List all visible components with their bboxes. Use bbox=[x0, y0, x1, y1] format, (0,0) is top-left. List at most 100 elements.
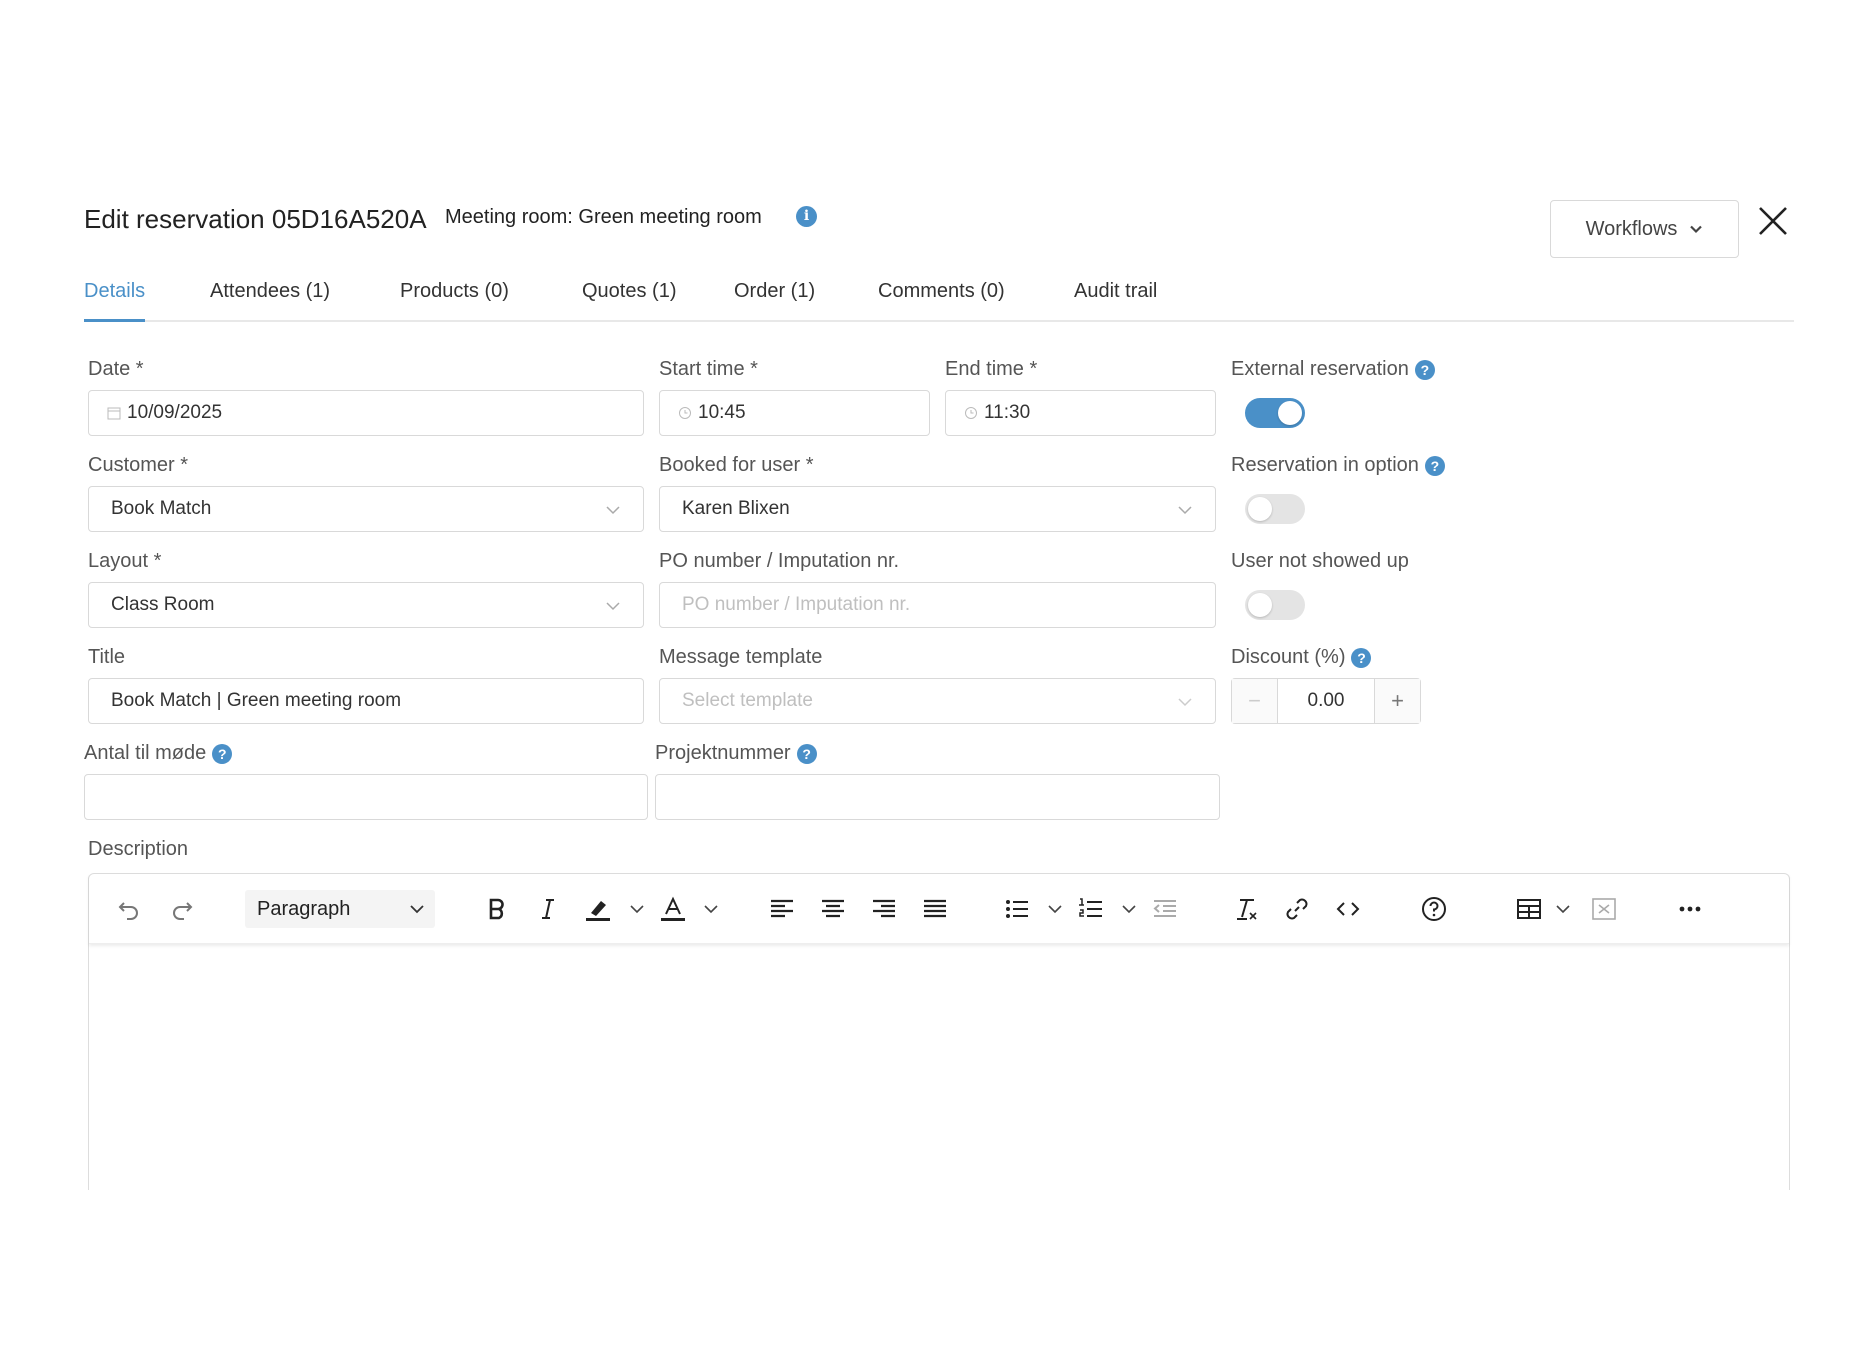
chevron-down-icon bbox=[410, 905, 424, 914]
help-icon[interactable]: ? bbox=[212, 743, 233, 764]
date-value: 10/09/2025 bbox=[127, 402, 223, 423]
workflows-label: Workflows bbox=[1585, 217, 1678, 240]
code-icon bbox=[1336, 902, 1360, 916]
message-template-label: Message template bbox=[659, 646, 823, 668]
end-time-value: 11:30 bbox=[984, 402, 1031, 423]
start-time-field[interactable]: 10:45 bbox=[659, 390, 930, 436]
projektnummer-input[interactable] bbox=[655, 774, 1220, 820]
outdent-button[interactable] bbox=[1150, 894, 1180, 924]
undo-button[interactable] bbox=[114, 894, 144, 924]
help-circle-icon bbox=[1422, 897, 1446, 921]
customer-value: Book Match bbox=[111, 498, 212, 519]
title-input[interactable]: Book Match | Green meeting room bbox=[88, 678, 644, 724]
more-options-button[interactable] bbox=[1675, 894, 1705, 924]
align-center-button[interactable] bbox=[818, 894, 848, 924]
redo-button[interactable] bbox=[167, 894, 197, 924]
antal-til-mode-label: Antal til møde? bbox=[84, 742, 233, 765]
delete-table-button[interactable] bbox=[1589, 894, 1619, 924]
message-template-placeholder: Select template bbox=[682, 690, 813, 711]
user-not-showed-up-toggle[interactable] bbox=[1245, 590, 1305, 620]
chevron-down-icon bbox=[606, 602, 620, 611]
discount-decrement-button[interactable]: − bbox=[1232, 679, 1278, 723]
calendar-icon bbox=[107, 407, 121, 420]
title-label: Title bbox=[88, 646, 126, 668]
end-time-field[interactable]: 11:30 bbox=[945, 390, 1216, 436]
block-format-select[interactable]: Paragraph bbox=[245, 890, 435, 928]
chevron-down-icon[interactable] bbox=[703, 902, 719, 916]
align-justify-button[interactable] bbox=[920, 894, 950, 924]
more-horizontal-icon bbox=[1679, 906, 1701, 912]
highlight-color-button[interactable] bbox=[583, 894, 613, 924]
title-value: Book Match | Green meeting room bbox=[111, 690, 402, 711]
layout-label: Layout * bbox=[88, 550, 162, 572]
outdent-icon bbox=[1153, 900, 1176, 917]
user-not-showed-up-label: User not showed up bbox=[1231, 550, 1409, 572]
external-reservation-toggle[interactable] bbox=[1245, 398, 1305, 428]
end-time-label: End time * bbox=[945, 358, 1038, 380]
help-icon[interactable]: ? bbox=[1414, 359, 1435, 380]
help-button[interactable] bbox=[1419, 894, 1449, 924]
tab-details[interactable]: Details bbox=[84, 280, 146, 322]
redo-icon bbox=[173, 902, 193, 920]
undo-icon bbox=[118, 902, 138, 920]
po-number-label: PO number / Imputation nr. bbox=[659, 550, 900, 572]
projektnummer-label: Projektnummer? bbox=[655, 742, 817, 765]
tab-attendees[interactable]: Attendees (1) bbox=[210, 280, 330, 322]
align-right-button[interactable] bbox=[869, 894, 899, 924]
info-icon[interactable]: i bbox=[796, 206, 817, 227]
workflows-button[interactable]: Workflows bbox=[1550, 200, 1739, 258]
help-icon[interactable]: ? bbox=[796, 743, 817, 764]
editor-toolbar: Paragraph bbox=[89, 874, 1789, 944]
numbered-list-button[interactable] bbox=[1076, 894, 1106, 924]
numbered-list-icon bbox=[1079, 898, 1102, 917]
antal-til-mode-input[interactable] bbox=[84, 774, 648, 820]
chevron-down-icon bbox=[606, 506, 620, 515]
align-left-icon bbox=[771, 899, 793, 918]
delete-table-icon bbox=[1592, 898, 1616, 920]
chevron-down-icon[interactable] bbox=[1555, 902, 1571, 916]
chevron-down-icon[interactable] bbox=[629, 902, 645, 916]
bullet-list-icon bbox=[1006, 900, 1028, 918]
bold-icon bbox=[489, 898, 504, 920]
italic-button[interactable] bbox=[533, 894, 563, 924]
po-number-input[interactable]: PO number / Imputation nr. bbox=[659, 582, 1216, 628]
date-field[interactable]: 10/09/2025 bbox=[88, 390, 644, 436]
discount-increment-button[interactable]: + bbox=[1374, 679, 1420, 723]
italic-icon bbox=[542, 899, 554, 919]
close-icon[interactable] bbox=[1756, 204, 1790, 238]
dialog-title: Edit reservation 05D16A520A bbox=[84, 204, 427, 234]
tab-audit-trail[interactable]: Audit trail bbox=[1074, 280, 1157, 322]
external-reservation-label: External reservation? bbox=[1231, 358, 1435, 381]
bold-button[interactable] bbox=[482, 894, 512, 924]
text-color-icon bbox=[661, 896, 685, 921]
date-label: Date * bbox=[88, 358, 144, 380]
help-icon[interactable]: ? bbox=[1424, 455, 1445, 476]
bullet-list-button[interactable] bbox=[1002, 894, 1032, 924]
customer-label: Customer * bbox=[88, 454, 189, 476]
tab-order[interactable]: Order (1) bbox=[734, 280, 815, 322]
insert-link-button[interactable] bbox=[1282, 894, 1312, 924]
discount-value[interactable]: 0.00 bbox=[1278, 679, 1374, 723]
help-icon[interactable]: ? bbox=[1351, 647, 1372, 668]
clock-icon bbox=[965, 407, 977, 419]
chevron-down-icon[interactable] bbox=[1121, 902, 1137, 916]
customer-select[interactable]: Book Match bbox=[88, 486, 644, 532]
description-editor[interactable]: Paragraph bbox=[88, 873, 1790, 1190]
layout-value: Class Room bbox=[111, 594, 215, 615]
reservation-in-option-toggle[interactable] bbox=[1245, 494, 1305, 524]
booked-for-user-select[interactable]: Karen Blixen bbox=[659, 486, 1216, 532]
message-template-select[interactable]: Select template bbox=[659, 678, 1216, 724]
clock-icon bbox=[679, 407, 691, 419]
text-color-button[interactable] bbox=[658, 894, 688, 924]
layout-select[interactable]: Class Room bbox=[88, 582, 644, 628]
discount-label: Discount (%)? bbox=[1231, 646, 1372, 669]
tab-products[interactable]: Products (0) bbox=[400, 280, 509, 322]
clear-formatting-button[interactable] bbox=[1231, 894, 1261, 924]
tab-comments[interactable]: Comments (0) bbox=[878, 280, 1005, 322]
source-code-button[interactable] bbox=[1333, 894, 1363, 924]
align-left-button[interactable] bbox=[767, 894, 797, 924]
table-button[interactable] bbox=[1514, 894, 1544, 924]
tab-quotes[interactable]: Quotes (1) bbox=[582, 280, 676, 322]
chevron-down-icon[interactable] bbox=[1047, 902, 1063, 916]
align-right-icon bbox=[873, 899, 895, 918]
